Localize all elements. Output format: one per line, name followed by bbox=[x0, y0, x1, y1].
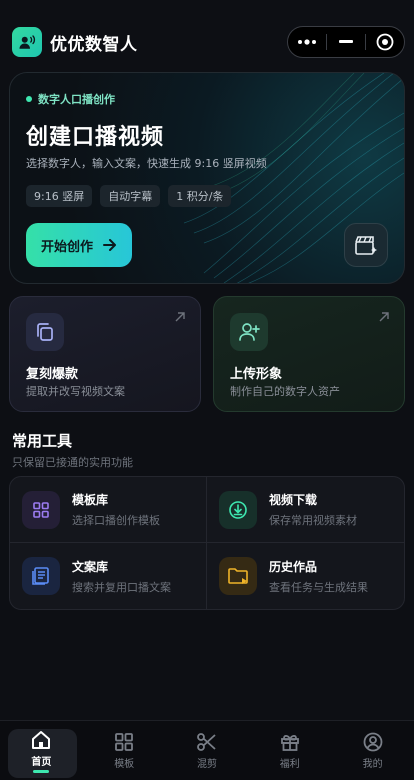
hero-card: 数字人口播创作 创建口播视频 选择数字人，输入文案，快速生成 9:16 竖屏视频… bbox=[9, 72, 405, 284]
feature-subtitle: 提取并改写视频文案 bbox=[26, 385, 125, 398]
tool-template-library[interactable]: 模板库 选择口播创作模板 bbox=[10, 477, 207, 543]
hero-tag-label: 数字人口播创作 bbox=[38, 93, 115, 106]
nav-label: 混剪 bbox=[196, 759, 217, 770]
user-circle-icon bbox=[363, 732, 382, 752]
grid-icon bbox=[33, 501, 49, 518]
tool-title: 历史作品 bbox=[269, 559, 318, 574]
nav-item-remix[interactable]: 混剪 bbox=[166, 721, 249, 780]
tools-grid: 模板库 选择口播创作模板 视频下载 保存常用视频素材 文案库 搜索并复用口播文案 bbox=[9, 476, 405, 610]
feature-icon-box bbox=[26, 313, 64, 351]
scissors-icon bbox=[197, 733, 216, 751]
status-dot bbox=[26, 96, 32, 102]
feature-title: 复刻爆款 bbox=[26, 367, 79, 382]
clapperboard-sparkle-icon bbox=[355, 236, 377, 255]
tool-title: 模板库 bbox=[72, 493, 109, 507]
tool-history-works[interactable]: 历史作品 查看任务与生成结果 bbox=[207, 543, 404, 609]
feature-subtitle: 制作自己的数字人资产 bbox=[230, 385, 340, 398]
nav-label: 首页 bbox=[31, 756, 52, 768]
nav-label: 福利 bbox=[279, 759, 300, 770]
arrow-up-right-icon bbox=[379, 312, 389, 322]
close-button[interactable] bbox=[366, 27, 404, 57]
feature-card-upload-avatar[interactable]: 上传形象 制作自己的数字人资产 bbox=[213, 296, 405, 412]
more-button[interactable] bbox=[288, 27, 326, 57]
add-person-icon bbox=[239, 323, 260, 341]
hero-subtitle: 选择数字人，输入文案，快速生成 9:16 竖屏视频 bbox=[26, 157, 267, 170]
folder-play-icon bbox=[228, 568, 248, 584]
nav-item-profile[interactable]: 我的 bbox=[331, 721, 414, 780]
nav-item-templates[interactable]: 模板 bbox=[83, 721, 166, 780]
hero-tag: 数字人口播创作 bbox=[26, 91, 115, 107]
arrow-right-icon bbox=[103, 239, 116, 251]
arrow-up-right-icon bbox=[175, 312, 185, 322]
section-subtitle: 只保留已接通的实用功能 bbox=[12, 456, 133, 469]
more-dots-icon bbox=[298, 39, 316, 45]
minimize-icon bbox=[339, 40, 353, 43]
tool-subtitle: 选择口播创作模板 bbox=[72, 514, 160, 527]
chip-subtitles: 自动字幕 bbox=[100, 185, 161, 207]
nav-label: 我的 bbox=[362, 759, 383, 770]
gift-icon bbox=[280, 734, 299, 751]
tool-subtitle: 查看任务与生成结果 bbox=[269, 580, 368, 594]
tool-title: 视频下载 bbox=[269, 493, 318, 507]
minimize-button[interactable] bbox=[327, 27, 365, 57]
mini-program-capsule bbox=[287, 26, 405, 58]
nav-item-perks[interactable]: 福利 bbox=[248, 721, 331, 780]
document-list-icon bbox=[32, 567, 49, 585]
hero-title: 创建口播视频 bbox=[26, 125, 165, 150]
app-title: 优优数智人 bbox=[50, 34, 138, 55]
tool-title: 文案库 bbox=[72, 559, 109, 574]
chip-aspect: 9:16 竖屏 bbox=[26, 185, 93, 207]
home-icon bbox=[32, 730, 51, 749]
video-studio-button[interactable] bbox=[344, 223, 388, 267]
speaking-person-icon bbox=[19, 35, 36, 49]
tool-icon-box bbox=[219, 557, 257, 595]
nav-label: 模板 bbox=[114, 759, 135, 770]
feature-icon-box bbox=[230, 313, 268, 351]
hero-chips: 9:16 竖屏 自动字幕 1 积分/条 bbox=[26, 185, 232, 207]
tool-video-download[interactable]: 视频下载 保存常用视频素材 bbox=[207, 477, 404, 543]
tool-subtitle: 保存常用视频素材 bbox=[269, 514, 357, 527]
download-circle-icon bbox=[229, 500, 247, 519]
grid-icon bbox=[115, 733, 134, 751]
chip-credits: 1 积分/条 bbox=[168, 185, 232, 207]
feature-card-replicate[interactable]: 复刻爆款 提取并改写视频文案 bbox=[9, 296, 201, 412]
nav-item-home[interactable]: 首页 bbox=[0, 721, 83, 780]
tool-copy-library[interactable]: 文案库 搜索并复用口播文案 bbox=[10, 543, 207, 609]
active-indicator bbox=[33, 769, 50, 773]
tool-icon-box bbox=[22, 490, 60, 529]
start-create-button[interactable]: 开始创作 bbox=[26, 223, 132, 267]
target-circle-icon bbox=[376, 33, 394, 51]
tool-icon-box bbox=[219, 490, 257, 529]
tool-subtitle: 搜索并复用口播文案 bbox=[72, 580, 171, 594]
copy-icon bbox=[37, 323, 53, 341]
start-create-label: 开始创作 bbox=[40, 239, 93, 255]
feature-title: 上传形象 bbox=[230, 367, 283, 382]
app-logo bbox=[12, 27, 42, 57]
tool-icon-box bbox=[22, 557, 60, 595]
bottom-nav: 首页 模板 混剪 福利 我的 bbox=[0, 720, 414, 780]
section-title: 常用工具 bbox=[12, 432, 73, 450]
